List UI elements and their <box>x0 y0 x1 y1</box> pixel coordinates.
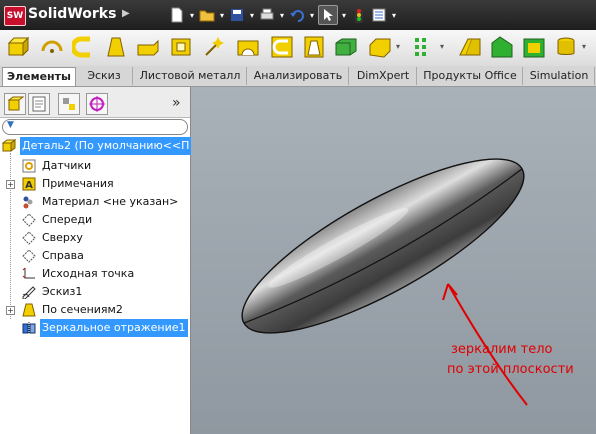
new-dropdown-icon[interactable]: ▾ <box>188 6 196 24</box>
draft-icon[interactable] <box>490 35 514 59</box>
shell-icon[interactable] <box>522 35 546 59</box>
tab-features[interactable]: Элементы <box>2 67 76 86</box>
open-folder-icon[interactable] <box>198 6 216 24</box>
feature-manager-panel: » ▼ Деталь2 (По умолчанию<<П Датчики + A… <box>0 87 192 434</box>
select-arrow-icon[interactable] <box>318 5 338 25</box>
tree-item-annotations[interactable]: + A Примечания <box>0 175 190 193</box>
tree-item-label: Спереди <box>42 213 93 226</box>
plane-icon <box>22 213 36 227</box>
open-dropdown-icon[interactable]: ▾ <box>218 6 226 24</box>
material-icon <box>23 196 33 209</box>
tree-item-label: Эскиз1 <box>42 285 83 298</box>
rebuild-traffic-light-icon[interactable] <box>350 6 368 24</box>
origin-icon <box>22 267 35 279</box>
undo-icon[interactable] <box>288 6 306 24</box>
svg-text:A: A <box>25 180 33 191</box>
tab-sheet-metal[interactable]: Листовой металл <box>134 67 247 85</box>
hole-wizard-icon[interactable] <box>202 35 226 59</box>
undo-dropdown-icon[interactable]: ▾ <box>308 6 316 24</box>
dimxpert-manager-tab-icon[interactable] <box>86 93 108 115</box>
part-icon <box>2 139 16 152</box>
rib-icon[interactable] <box>458 35 482 59</box>
lofted-cut-icon[interactable] <box>302 35 326 59</box>
boundary-boss-icon[interactable] <box>136 35 160 59</box>
tree-item-label: По сечениям2 <box>42 303 123 316</box>
tab-sketch[interactable]: Эскиз <box>76 67 133 85</box>
fillet-dropdown-icon[interactable]: ▾ <box>396 42 400 51</box>
annotation-text-line2: по этой плоскости <box>447 362 574 377</box>
tree-item-sensors[interactable]: Датчики <box>0 157 190 175</box>
annotation-text-line1: зеркалим тело <box>451 342 553 357</box>
save-icon[interactable] <box>228 6 246 24</box>
tree-root-label: Деталь2 (По умолчанию<<П <box>20 137 192 155</box>
lofted-boss-icon[interactable] <box>104 35 128 59</box>
ellipsoid-shape[interactable] <box>222 129 545 364</box>
tree-item-label: Примечания <box>42 177 114 190</box>
revolved-cut-icon[interactable] <box>236 35 260 59</box>
title-bar: SW SolidWorks ▶ ▾ ▾ ▾ ▾ ▾ ▾ ▾ <box>0 0 596 30</box>
linear-pattern-icon[interactable] <box>412 35 436 59</box>
feature-filter-input[interactable]: ▼ <box>2 119 188 135</box>
tree-root-part[interactable]: Деталь2 (По умолчанию<<П <box>0 137 192 155</box>
options-dropdown-icon[interactable]: ▾ <box>390 6 398 24</box>
tree-item-mirror1[interactable]: Зеркальное отражение1 <box>0 319 190 337</box>
loft-icon <box>22 303 36 317</box>
tree-item-sketch1[interactable]: Эскиз1 <box>0 283 190 301</box>
solidworks-logo-icon[interactable]: SW <box>4 6 26 26</box>
revolved-boss-icon[interactable] <box>40 35 64 59</box>
tree-item-top-plane[interactable]: Сверху <box>0 229 190 247</box>
tree-item-material[interactable]: Материал <не указан> <box>0 193 190 211</box>
mirror-icon <box>22 322 36 334</box>
tree-item-front-plane[interactable]: Спереди <box>0 211 190 229</box>
app-menu-arrow-icon[interactable]: ▶ <box>122 4 134 24</box>
sketch-icon <box>22 286 36 299</box>
configuration-manager-tab-icon[interactable] <box>58 93 80 115</box>
fillet-icon[interactable] <box>368 35 392 59</box>
new-document-icon[interactable] <box>168 6 186 24</box>
plane-icon <box>22 231 36 245</box>
swept-cut-icon[interactable] <box>270 35 294 59</box>
annotation-icon: A <box>22 177 36 191</box>
more-dropdown-icon[interactable]: ▾ <box>582 42 586 51</box>
property-manager-tab-icon[interactable] <box>28 93 50 115</box>
tree-item-loft2[interactable]: + По сечениям2 <box>0 301 190 319</box>
tab-dimxpert[interactable]: DimXpert <box>350 67 417 85</box>
app-name: SolidWorks <box>28 6 117 22</box>
pattern-dropdown-icon[interactable]: ▾ <box>440 42 444 51</box>
tree-item-origin[interactable]: Исходная точка <box>0 265 190 283</box>
reference-geometry-icon[interactable] <box>554 35 578 59</box>
tree-item-label: Исходная точка <box>42 267 135 280</box>
expand-toggle-icon[interactable]: + <box>6 306 15 315</box>
panel-tab-strip: » <box>0 87 190 118</box>
tree-item-label: Справа <box>42 249 84 262</box>
tree-item-label: Зеркальное отражение1 <box>40 319 188 337</box>
tab-simulation[interactable]: Simulation <box>524 67 595 85</box>
tab-office-products[interactable]: Продукты Office <box>418 67 523 85</box>
save-dropdown-icon[interactable]: ▾ <box>248 6 256 24</box>
panel-collapse-icon[interactable]: » <box>172 95 181 111</box>
swept-boss-icon[interactable] <box>72 35 96 59</box>
print-dropdown-icon[interactable]: ▾ <box>278 6 286 24</box>
options-icon[interactable] <box>370 6 388 24</box>
extruded-boss-icon[interactable] <box>6 35 30 59</box>
command-manager-ribbon: ▾ ▾ ▾ <box>0 30 596 67</box>
model-body[interactable] <box>191 87 596 434</box>
print-icon[interactable] <box>258 6 276 24</box>
extruded-cut-icon[interactable] <box>170 35 194 59</box>
plane-icon <box>22 249 36 263</box>
tree-item-label: Материал <не указан> <box>42 195 179 208</box>
tree-item-label: Датчики <box>42 159 92 172</box>
ribbon-tab-bar: Элементы Эскиз Листовой металл Анализиро… <box>0 66 596 87</box>
feature-tree-tab-icon[interactable] <box>4 93 26 115</box>
tree-item-right-plane[interactable]: Справа <box>0 247 190 265</box>
tree-item-label: Сверху <box>42 231 83 244</box>
expand-toggle-icon[interactable]: + <box>6 180 15 189</box>
tab-evaluate[interactable]: Анализировать <box>248 67 349 85</box>
filter-funnel-icon: ▼ <box>7 120 14 130</box>
select-dropdown-icon[interactable]: ▾ <box>340 6 348 24</box>
quick-access-toolbar: ▾ ▾ ▾ ▾ ▾ ▾ ▾ <box>168 5 400 25</box>
graphics-viewport[interactable]: зеркалим тело по этой плоскости <box>191 87 596 434</box>
boundary-cut-icon[interactable] <box>334 35 358 59</box>
sensor-icon <box>22 159 36 173</box>
